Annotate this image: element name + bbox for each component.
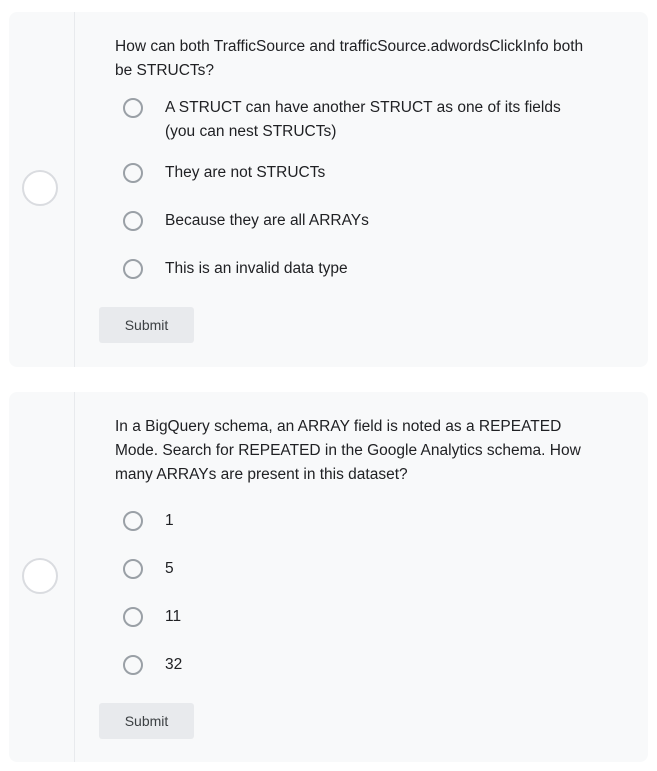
submit-button[interactable]: Submit [99, 703, 194, 739]
option-label: 32 [165, 656, 183, 673]
option-2[interactable]: They are not STRUCTs [123, 161, 593, 185]
radio-button[interactable] [123, 607, 143, 627]
card-gutter [9, 392, 75, 762]
quiz-card-2: In a BigQuery schema, an ARRAY field is … [9, 392, 648, 762]
option-label: This is an invalid data type [165, 260, 348, 277]
option-label: 1 [165, 512, 174, 529]
option-3[interactable]: 11 [123, 605, 593, 629]
option-label: 11 [165, 608, 182, 625]
quiz-card-1: How can both TrafficSource and trafficSo… [9, 12, 648, 367]
radio-button[interactable] [123, 559, 143, 579]
option-label: They are not STRUCTs [165, 164, 326, 181]
question-text: How can both TrafficSource and trafficSo… [115, 38, 584, 79]
option-4[interactable]: 32 [123, 653, 593, 677]
option-2[interactable]: 5 [123, 557, 593, 581]
option-label: Because they are all ARRAYs [165, 212, 369, 229]
question-text: In a BigQuery schema, an ARRAY field is … [115, 418, 581, 483]
radio-button[interactable] [123, 511, 143, 531]
radio-button[interactable] [123, 655, 143, 675]
option-label: 5 [165, 560, 174, 577]
submit-button[interactable]: Submit [99, 307, 194, 343]
radio-button[interactable] [123, 163, 143, 183]
radio-button[interactable] [123, 98, 143, 118]
question-status-icon [22, 170, 58, 206]
radio-button[interactable] [123, 211, 143, 231]
option-label: A STRUCT can have another STRUCT as one … [165, 99, 561, 140]
option-3[interactable]: Because they are all ARRAYs [123, 209, 593, 233]
option-1[interactable]: A STRUCT can have another STRUCT as one … [123, 96, 593, 144]
card-gutter [9, 12, 75, 367]
radio-button[interactable] [123, 259, 143, 279]
option-1[interactable]: 1 [123, 509, 593, 533]
option-4[interactable]: This is an invalid data type [123, 257, 593, 281]
question-status-icon [22, 558, 58, 594]
